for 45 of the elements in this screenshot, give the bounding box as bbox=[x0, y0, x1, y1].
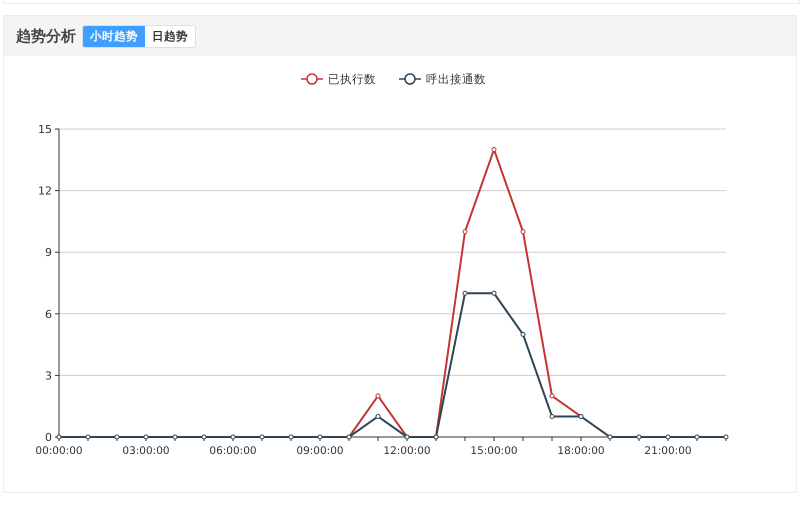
y-axis-label: 0 bbox=[45, 431, 52, 444]
data-point bbox=[550, 393, 554, 398]
data-point bbox=[376, 414, 380, 419]
y-axis-label: 6 bbox=[45, 308, 52, 321]
x-axis-label: 15:00:00 bbox=[470, 445, 518, 457]
x-axis-label: 06:00:00 bbox=[209, 445, 257, 457]
data-point bbox=[376, 393, 380, 398]
legend-label[interactable]: 呼出接通数 bbox=[426, 72, 486, 86]
data-point bbox=[86, 434, 90, 440]
x-axis-label: 09:00:00 bbox=[296, 445, 344, 457]
data-point bbox=[172, 434, 178, 440]
x-axis-label: 18:00:00 bbox=[557, 445, 605, 457]
data-point bbox=[724, 434, 728, 440]
x-axis-label: 00:00:00 bbox=[35, 445, 83, 457]
x-axis-label: 21:00:00 bbox=[644, 445, 692, 457]
data-point bbox=[56, 434, 62, 440]
x-axis-label: 03:00:00 bbox=[122, 445, 170, 457]
data-point bbox=[636, 434, 642, 440]
y-axis-label: 9 bbox=[45, 246, 52, 260]
data-point bbox=[202, 434, 206, 440]
data-point bbox=[260, 434, 264, 440]
data-point bbox=[550, 414, 554, 419]
data-point bbox=[608, 434, 612, 440]
data-point bbox=[492, 290, 496, 296]
data-point bbox=[318, 434, 322, 440]
tab[interactable]: 日趋势 bbox=[145, 26, 195, 46]
y-axis-label: 12 bbox=[38, 184, 52, 198]
legend-line-icon[interactable] bbox=[399, 73, 421, 85]
data-point bbox=[230, 434, 236, 440]
data-point bbox=[520, 332, 526, 337]
data-point bbox=[492, 147, 496, 152]
data-point bbox=[144, 434, 148, 440]
data-point bbox=[462, 229, 468, 234]
x-axis-label: 12:00:00 bbox=[383, 445, 431, 457]
y-axis-label: 3 bbox=[45, 369, 52, 382]
data-point bbox=[666, 434, 670, 440]
panel-title: 趋势分析 bbox=[16, 26, 76, 46]
data-point bbox=[520, 229, 526, 234]
legend-line-icon[interactable] bbox=[301, 73, 323, 85]
data-point bbox=[114, 434, 120, 440]
y-axis-label: 15 bbox=[38, 123, 52, 136]
data-point bbox=[462, 290, 468, 296]
data-point bbox=[288, 434, 294, 440]
legend-label[interactable]: 已执行数 bbox=[328, 72, 376, 86]
data-point bbox=[694, 434, 700, 440]
